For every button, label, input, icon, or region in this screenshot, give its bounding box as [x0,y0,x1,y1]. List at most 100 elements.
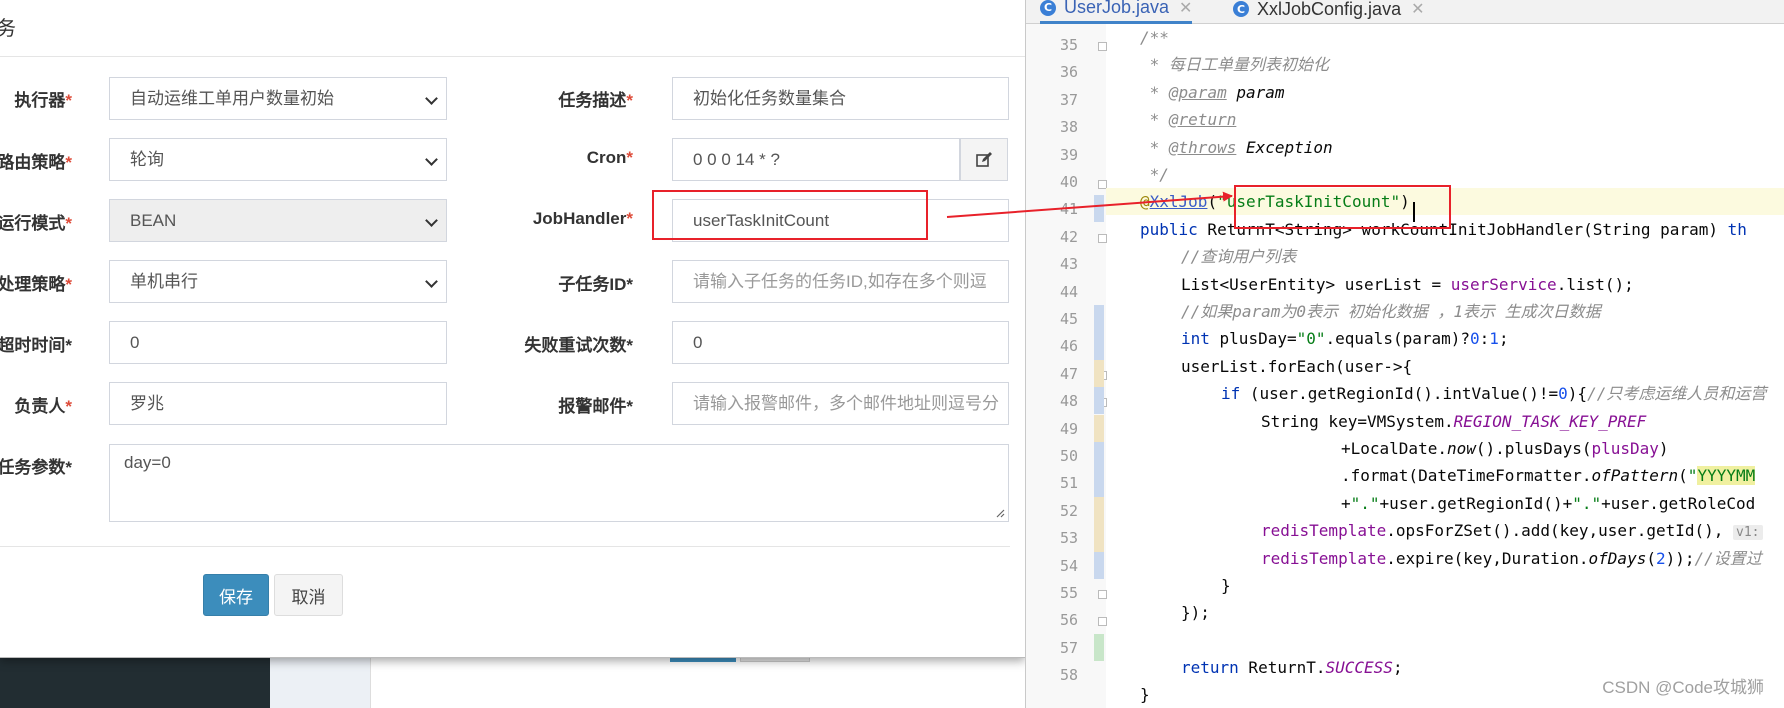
route-strategy-select[interactable]: 轮询 [109,138,447,181]
line-number: 42 [1059,228,1078,246]
code-line: } [1140,685,1150,704]
task-desc-label: 任务描述* [558,91,633,110]
modal-title: 务 [0,18,16,40]
background-sidebar [0,658,270,708]
close-icon[interactable]: ✕ [1411,0,1424,19]
code-line: return ReturnT.SUCCESS; [1181,658,1403,677]
vcs-change-marker [1094,497,1104,552]
alarm-email-input[interactable]: 请输入报警邮件，多个邮件地址则逗号分 [672,382,1009,425]
code-line: * @param param [1140,83,1285,102]
cron-edit-button[interactable] [960,138,1008,181]
alarm-email-label: 报警邮件* [558,397,633,416]
code-line: //查询用户列表 [1181,247,1297,266]
author-label: 负责人* [14,397,72,416]
timeout-label: 超时时间* [0,336,72,355]
executor-label: 执行器* [14,91,72,110]
code-line: String key=VMSystem.REGION_TASK_KEY_PREF [1261,412,1647,431]
vcs-change-marker [1094,415,1104,443]
code-line: .format(DateTimeFormatter.ofPattern("YYY… [1341,466,1756,485]
executor-select[interactable]: 自动运维工单用户数量初始 [109,77,447,120]
tab-userjob[interactable]: C UserJob.java ✕ [1040,0,1193,24]
line-number: 37 [1059,91,1078,109]
line-number: 46 [1059,337,1078,355]
route-strategy-label: 路由策略* [0,153,72,172]
line-number: 44 [1059,283,1078,301]
line-number: 36 [1059,63,1078,81]
line-number: 35 [1059,36,1078,54]
edit-icon [976,151,992,167]
tab-label: XxlJobConfig.java [1257,0,1402,19]
highlight-box-jobhandler [652,190,928,240]
vcs-change-marker [1094,552,1104,580]
ide-editor: C UserJob.java ✕ C XxlJobConfig.java ✕ 3… [1025,0,1784,708]
line-number: 51 [1059,474,1078,492]
line-number: 43 [1059,255,1078,273]
block-strategy-label: 处理策略* [0,275,72,294]
vcs-change-marker [1094,305,1104,360]
code-line: if (user.getRegionId().intValue()!=0){//… [1221,384,1767,403]
vcs-change-marker [1094,442,1104,497]
highlight-box-annotation [1234,185,1451,229]
line-number: 38 [1059,118,1078,136]
child-job-input[interactable]: 请输入子任务的任务ID,如存在多个则逗 [672,260,1009,303]
line-number: 53 [1059,529,1078,547]
fail-retry-input[interactable]: 0 [672,321,1009,364]
save-button[interactable]: 保存 [203,574,269,616]
watermark: CSDN @Code攻城狮 [1602,678,1764,697]
block-strategy-select[interactable]: 单机串行 [109,260,447,303]
timeout-input[interactable]: 0 [109,321,447,364]
tab-xxljobconfig[interactable]: C XxlJobConfig.java ✕ [1233,0,1425,24]
code-line: +"."+user.getRegionId()+"."+user.getRole… [1341,494,1756,513]
fail-retry-label: 失败重试次数* [524,336,633,355]
task-param-textarea[interactable]: day=0 [109,444,1009,522]
cancel-button[interactable]: 取消 [274,574,343,616]
code-line: */ [1140,165,1169,184]
line-number: 55 [1059,584,1078,602]
line-number: 40 [1059,173,1078,191]
code-line: }); [1181,603,1210,622]
inlay-hint: v1: [1733,525,1763,540]
code-line: * @throws Exception [1140,138,1333,157]
vcs-change-marker [1094,360,1104,388]
line-number: 58 [1059,666,1078,684]
run-mode-label: 运行模式* [0,214,72,233]
code-line: * 每日工单量列表初始化 [1140,55,1329,74]
run-mode-select[interactable]: BEAN [109,199,447,242]
java-class-icon: C [1233,1,1249,17]
line-number: 49 [1059,420,1078,438]
line-number-gutter: 35 36 37 38 39 40 41 42 43 44 45 46 47 4… [1026,24,1107,708]
code-line: int plusDay="0".equals(param)?0:1; [1181,329,1509,348]
cron-label: Cron* [586,148,633,167]
line-number: 41 [1059,200,1078,218]
author-input[interactable]: 罗兆 [109,382,447,425]
line-number: 56 [1059,611,1078,629]
line-number: 45 [1059,310,1078,328]
code-area[interactable]: /** * 每日工单量列表初始化 * @param param * @retur… [1106,24,1784,708]
task-param-label: 任务参数* [0,458,72,477]
line-number: 57 [1059,639,1078,657]
child-job-label: 子任务ID* [558,275,633,294]
close-icon[interactable]: ✕ [1179,0,1192,18]
code-line: userList.forEach(user->{ [1181,357,1413,376]
code-line: +LocalDate.now().plusDays(plusDay) [1341,439,1669,458]
code-line: * @return [1140,110,1237,129]
code-line: //如果param为0表示 初始化数据 ，1表示 生成次日数据 [1181,302,1601,321]
vcs-change-marker [1094,195,1104,223]
code-line: redisTemplate.opsForZSet().add(key,user.… [1261,517,1763,544]
tab-label: UserJob.java [1064,0,1170,17]
divider [0,546,1010,547]
code-line: redisTemplate.expire(key,Duration.ofDays… [1261,549,1762,568]
java-class-icon: C [1040,0,1056,16]
line-number: 50 [1059,447,1078,465]
background-button [740,658,810,662]
background-content [270,658,370,708]
line-number: 52 [1059,502,1078,520]
code-line: List<UserEntity> userList = userService.… [1181,275,1634,294]
task-desc-input[interactable]: 初始化任务数量集合 [672,77,1009,120]
cron-input[interactable]: 0 0 0 14 * ? [672,138,960,181]
line-number: 48 [1059,392,1078,410]
resize-grip-icon[interactable] [995,508,1005,518]
code-line: } [1221,576,1231,595]
text-caret [1413,202,1415,222]
task-param-value: day=0 [124,453,171,472]
